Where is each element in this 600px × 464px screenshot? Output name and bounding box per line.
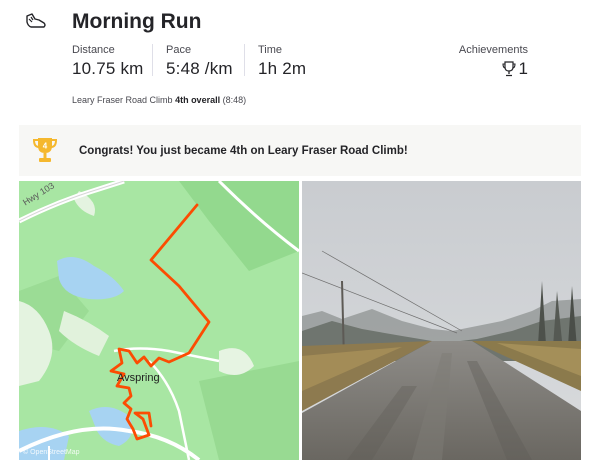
segment-name: Leary Fraser Road Climb xyxy=(72,95,173,105)
stat-achievements-value: 1 xyxy=(518,59,528,78)
banner-message: Congrats! You just became 4th on Leary F… xyxy=(79,144,408,157)
segment-rank: 4th overall xyxy=(175,95,221,105)
activity-title[interactable]: Morning Run xyxy=(72,10,201,34)
shoe-icon xyxy=(26,13,46,28)
map-town-label: Avspring xyxy=(117,372,160,384)
map-attribution[interactable]: © OpenStreetMap xyxy=(23,449,80,456)
route-map[interactable]: Hwy 103 Avspring © OpenStreetMap xyxy=(19,181,299,460)
stat-achievements[interactable]: Achievements 1 xyxy=(459,44,528,79)
map-canvas xyxy=(19,181,299,460)
stat-time: Time 1h 2m xyxy=(258,44,306,79)
achievement-banner: 4 Congrats! You just became 4th on Leary… xyxy=(19,125,581,176)
photo-canvas xyxy=(302,181,581,460)
rank-trophy-icon: 4 xyxy=(33,138,57,162)
segment-duration: (8:48) xyxy=(222,95,247,105)
stat-distance-label: Distance xyxy=(72,44,115,56)
trophy-icon xyxy=(501,61,516,77)
activity-photo[interactable] xyxy=(302,181,581,460)
stat-distance: Distance 10.75 km xyxy=(72,44,144,79)
stat-time-value: 1h 2m xyxy=(258,59,307,78)
stat-pace-label: Pace xyxy=(166,44,192,56)
stat-pace-value: 5:48 /km xyxy=(166,59,233,78)
rank-badge-number: 4 xyxy=(43,142,48,151)
stat-achievements-label: Achievements xyxy=(458,44,528,56)
stat-time-label: Time xyxy=(258,44,283,56)
stat-divider xyxy=(244,44,245,76)
stat-divider xyxy=(152,44,153,76)
segment-summary[interactable]: Leary Fraser Road Climb 4th overall (8:4… xyxy=(72,95,246,105)
stat-distance-value: 10.75 km xyxy=(72,59,144,78)
stat-pace: Pace 5:48 /km xyxy=(166,44,233,79)
